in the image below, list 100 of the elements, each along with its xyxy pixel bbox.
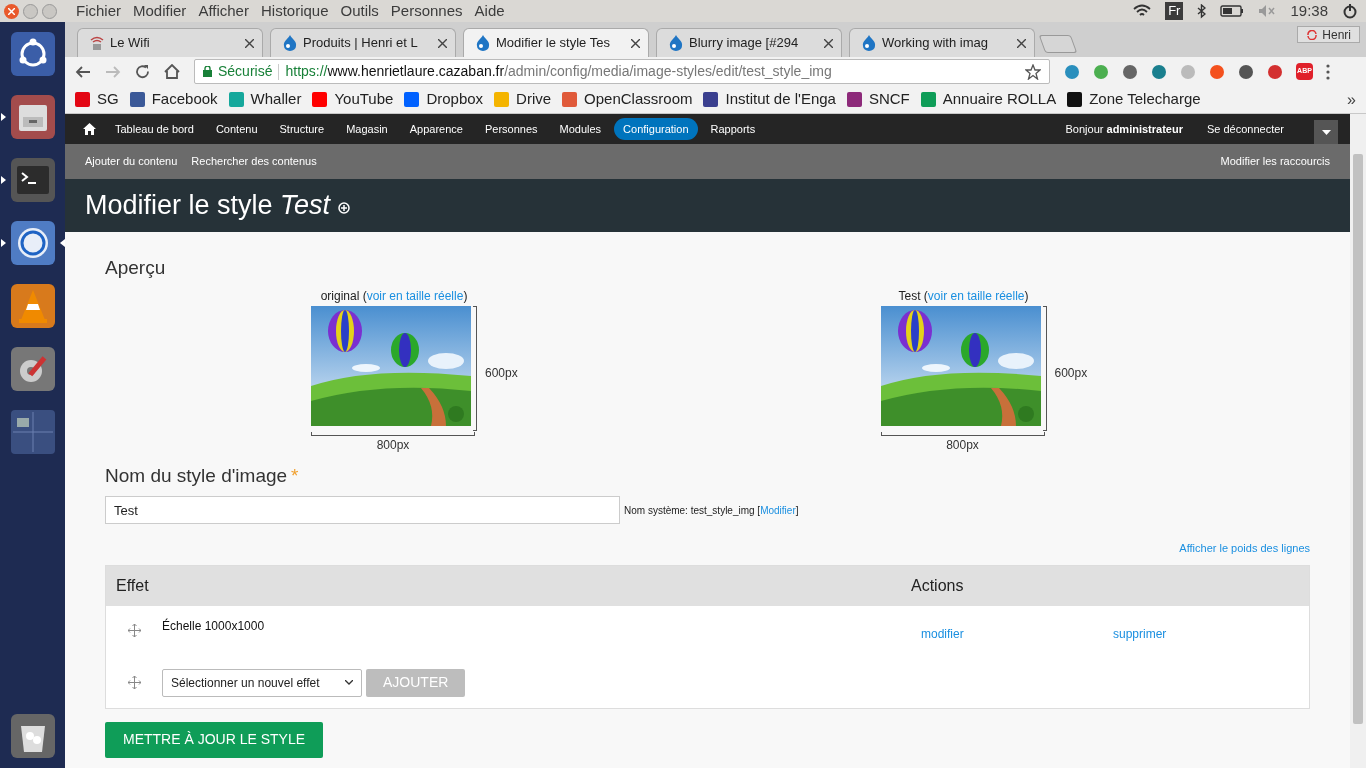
tab-title: Le Wifi (110, 34, 151, 53)
terminal-icon (10, 158, 55, 202)
bookmarks-overflow-button[interactable]: » (1347, 87, 1356, 112)
bookmark[interactable]: OpenClassroom (562, 88, 693, 111)
extension-icon[interactable] (1122, 63, 1138, 80)
drop-icon (283, 35, 297, 51)
column-header: Effet (115, 575, 150, 596)
home-icon[interactable] (164, 64, 180, 79)
menu-item[interactable]: Outils (334, 0, 385, 23)
required-mark: * (291, 463, 299, 488)
clock[interactable]: 19:38 (1290, 0, 1328, 23)
bookmark[interactable]: Drive (494, 88, 552, 111)
wifi-icon[interactable] (1133, 4, 1152, 18)
bookmark[interactable]: Annuaire ROLLA (920, 88, 1057, 111)
toolbar-link[interactable]: Modules (550, 117, 611, 141)
delete-effect-link[interactable]: supprimer (1103, 605, 1167, 658)
browser-tab[interactable]: Working with imag (849, 28, 1035, 57)
extension-icon[interactable] (1267, 63, 1283, 80)
home-icon[interactable] (83, 123, 96, 135)
url-text: https://www.henrietlaure.cazaban.fr/admin/config/media/image-styles/edit/test_style_img (285, 62, 832, 81)
close-icon[interactable] (824, 38, 833, 48)
caret-icon (1321, 129, 1331, 135)
menu-item[interactable]: Personnes (384, 0, 469, 23)
drop-icon (476, 35, 490, 51)
bookmark[interactable]: SG (75, 88, 119, 111)
drag-handle-icon[interactable] (127, 623, 141, 637)
section-heading: Aperçu (105, 256, 167, 280)
update-style-button[interactable]: METTRE À JOUR LE STYLE (105, 721, 324, 758)
browser-tab[interactable]: Blurry image [#294 (656, 28, 842, 57)
toolbar-link[interactable]: Configuration (614, 117, 698, 141)
extension-icon[interactable] (1238, 63, 1254, 80)
menu-item[interactable]: Modifier (127, 0, 193, 23)
extension-icon[interactable] (1151, 63, 1167, 80)
sync-icon (1306, 29, 1319, 40)
field-label: Nom du style d'image (105, 463, 288, 488)
bookmark[interactable]: Dropbox (404, 88, 484, 111)
greeting-text: Bonjour administrateur (1065, 121, 1183, 137)
shortcut-link[interactable]: Rechercher des contenus (191, 153, 317, 170)
edit-effect-link[interactable]: modifier (911, 605, 1103, 658)
tab-title: Working with imag (882, 34, 989, 53)
browser-tab[interactable]: Produits | Henri et L (270, 28, 456, 57)
bookmark[interactable]: Zone Telecharge (1067, 88, 1201, 111)
browser-icon (10, 221, 55, 265)
preview-caption: Test (voir en taille réelle) (897, 287, 1030, 305)
edit-shortcuts-link[interactable]: Modifier les raccourcis (1220, 153, 1330, 170)
drop-icon (862, 35, 876, 51)
effect-name: Échelle 1000x1000 (162, 617, 266, 635)
extension-icon[interactable] (1064, 63, 1080, 80)
toolbar-link[interactable]: Contenu (206, 117, 267, 141)
toolbar-link[interactable]: Personnes (475, 117, 547, 141)
running-indicator-icon (0, 176, 6, 184)
browser-tab[interactable]: Le Wifi (77, 28, 263, 57)
close-icon[interactable] (438, 38, 447, 48)
toolbar-link[interactable]: Magasin (337, 117, 397, 141)
machine-name-text: Nom système: test_style_img [Modifier] (624, 503, 799, 518)
more-menu-icon[interactable] (1326, 63, 1330, 80)
height-label: 600px (485, 364, 518, 382)
scrollbar[interactable] (1350, 114, 1366, 768)
style-name-field[interactable]: Test (105, 496, 620, 524)
address-field[interactable]: Sécurisé https://www.henrietlaure.cazaban.fr/admin/config/media/image-styles/edit/test_style_img (194, 59, 1050, 84)
browser-tab[interactable]: Modifier le style Tes (463, 28, 649, 57)
bookmark[interactable]: Facebook (129, 88, 218, 111)
height-label: 600px (1054, 364, 1088, 382)
menu-item[interactable]: Aide (468, 0, 511, 23)
router-icon (90, 35, 104, 51)
menu-item[interactable]: Afficher (192, 0, 255, 23)
menu-item[interactable]: Fichier (70, 0, 127, 23)
running-indicator-icon (0, 113, 6, 121)
star-icon[interactable] (1025, 63, 1041, 80)
toolbar-link[interactable]: Structure (270, 117, 334, 141)
toolbar-link[interactable]: Rapports (701, 117, 765, 141)
bluetooth-icon[interactable] (1197, 3, 1207, 19)
profile-button[interactable]: Henri (1297, 26, 1360, 43)
add-shortcut-icon[interactable] (338, 201, 351, 214)
running-indicator-icon (0, 239, 6, 247)
tab-title: Modifier le style Tes (496, 34, 611, 53)
toolbar-link[interactable]: Tableau de bord (106, 117, 203, 141)
close-icon[interactable] (631, 38, 640, 48)
back-icon[interactable] (75, 64, 91, 79)
keyboard-layout-indicator[interactable]: Fr (1165, 2, 1184, 20)
bookmark[interactable]: SNCF (846, 88, 910, 111)
drag-handle-icon[interactable] (127, 676, 141, 689)
extension-icon[interactable] (1209, 63, 1225, 80)
toolbar-toggle-button[interactable] (1314, 120, 1338, 144)
shortcut-link[interactable]: Ajouter du contenu (85, 153, 178, 170)
bookmark[interactable]: YouTube (312, 88, 394, 111)
toolbar-link[interactable]: Apparence (400, 117, 472, 141)
close-window-button[interactable] (4, 3, 19, 19)
bookmark[interactable]: Whaller (228, 88, 302, 111)
traffic-cone-icon (10, 284, 55, 328)
power-icon[interactable] (1342, 3, 1358, 19)
padlock-icon (203, 66, 212, 77)
logout-link[interactable]: Se déconnecter (1206, 120, 1284, 138)
bookmark[interactable]: Institut de l'Enga (703, 88, 836, 111)
close-icon[interactable] (1017, 38, 1026, 48)
battery-icon[interactable] (1220, 5, 1245, 17)
preview-caption: original (voir en taille réelle) (319, 287, 469, 305)
menu-item[interactable]: Historique (254, 0, 335, 23)
close-icon[interactable] (245, 38, 254, 48)
reload-icon[interactable] (135, 64, 150, 79)
